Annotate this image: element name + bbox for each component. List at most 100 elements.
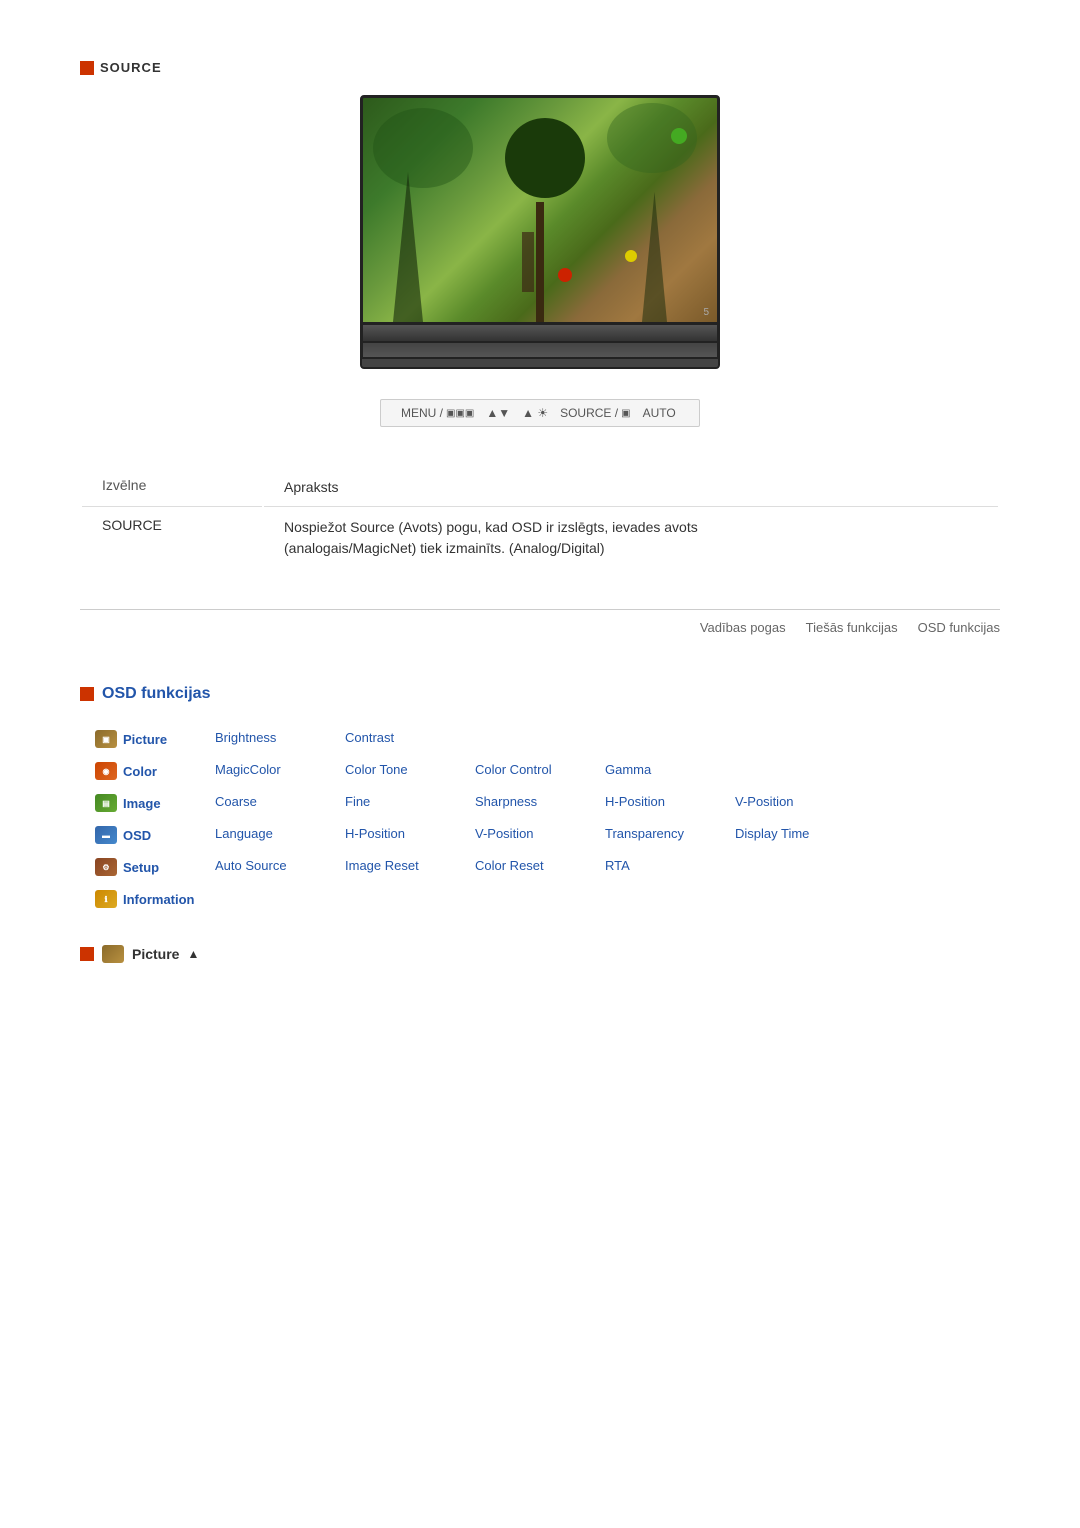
ctrl-menu: MENU / ▣▣▣ xyxy=(401,406,474,420)
menu-category-picture[interactable]: ▣ Picture xyxy=(90,723,210,755)
info-table: Izvēlne Apraksts SOURCE Nospiežot Source… xyxy=(80,467,1000,569)
imagereset-link[interactable]: Image Reset xyxy=(345,858,419,873)
menu-cell-vposition-img[interactable]: V-Position xyxy=(730,787,860,819)
menu-cell-gamma[interactable]: Gamma xyxy=(600,755,730,787)
info-label: Information xyxy=(123,892,195,907)
picture-label: Picture xyxy=(123,732,167,747)
menu-cell-info-empty-1 xyxy=(210,883,340,915)
fine-link[interactable]: Fine xyxy=(345,794,370,809)
color-icon: ◉ xyxy=(95,762,117,780)
setup-label: Setup xyxy=(123,860,159,875)
osd-section: OSD funkcijas ▣ Picture Brightness Contr… xyxy=(80,685,1000,963)
brightness-link[interactable]: Brightness xyxy=(215,730,276,745)
picture-icon: ▣ xyxy=(95,730,117,748)
contrast-link[interactable]: Contrast xyxy=(345,730,394,745)
menu-category-image[interactable]: ▤ Image xyxy=(90,787,210,819)
vposition-img-link[interactable]: V-Position xyxy=(735,794,794,809)
col-menu-header: Izvēlne xyxy=(82,469,262,507)
screen-tree-right xyxy=(642,192,667,322)
source-icon xyxy=(80,61,94,75)
menu-cell-colortone[interactable]: Color Tone xyxy=(340,755,470,787)
colorreset-link[interactable]: Color Reset xyxy=(475,858,544,873)
screen-ball-green xyxy=(671,128,687,144)
table-row: SOURCE Nospiežot Source (Avots) pogu, ka… xyxy=(82,509,998,567)
menu-cell-empty-3 xyxy=(730,723,860,755)
hposition-osd-link[interactable]: H-Position xyxy=(345,826,405,841)
nav-links: Vadības pogas Tiešās funkcijas OSD funkc… xyxy=(80,620,1000,635)
menu-cell-colorreset[interactable]: Color Reset xyxy=(470,851,600,883)
nav-link-tieshas[interactable]: Tiešās funkcijas xyxy=(806,620,898,635)
menu-cell-empty-2 xyxy=(600,723,730,755)
menu-cell-displaytime[interactable]: Display Time xyxy=(730,819,860,851)
monitor-stand xyxy=(360,343,720,357)
vposition-osd-link[interactable]: V-Position xyxy=(475,826,534,841)
osd-title: OSD funkcijas xyxy=(102,685,210,703)
screen-foliage xyxy=(373,108,473,188)
menu-cell-empty-5 xyxy=(730,851,860,883)
menu-cell-empty-1 xyxy=(470,723,600,755)
colortone-link[interactable]: Color Tone xyxy=(345,762,408,777)
monitor-container: 5 xyxy=(80,95,1000,369)
language-link[interactable]: Language xyxy=(215,826,273,841)
gamma-link[interactable]: Gamma xyxy=(605,762,651,777)
controls-bar-container: MENU / ▣▣▣ ▲▼ ▲ ☀ SOURCE / ▣ AUTO xyxy=(80,399,1000,427)
menu-cell-rta[interactable]: RTA xyxy=(600,851,730,883)
menu-category-color[interactable]: ◉ Color xyxy=(90,755,210,787)
magiccolor-link[interactable]: MagicColor xyxy=(215,762,281,777)
menu-cell-info-empty-2 xyxy=(340,883,470,915)
menu-cell-autosource[interactable]: Auto Source xyxy=(210,851,340,883)
sharpness-link[interactable]: Sharpness xyxy=(475,794,537,809)
menu-cell-empty-4 xyxy=(730,755,860,787)
menu-cell-imagereset[interactable]: Image Reset xyxy=(340,851,470,883)
menu-cell-vposition-osd[interactable]: V-Position xyxy=(470,819,600,851)
ctrl-arrows: ▲▼ xyxy=(486,406,510,420)
nav-link-osd[interactable]: OSD funkcijas xyxy=(918,620,1000,635)
colorcontrol-link[interactable]: Color Control xyxy=(475,762,552,777)
screen-pagoda xyxy=(522,232,534,292)
table-cell-desc: Nospiežot Source (Avots) pogu, kad OSD i… xyxy=(264,509,998,567)
menu-category-setup[interactable]: ⚙ Setup xyxy=(90,851,210,883)
coarse-link[interactable]: Coarse xyxy=(215,794,257,809)
menu-grid: ▣ Picture Brightness Contrast ◉ Color Ma… xyxy=(80,723,1000,915)
menu-cell-colorcontrol[interactable]: Color Control xyxy=(470,755,600,787)
menu-category-osd[interactable]: ▬ OSD xyxy=(90,819,210,851)
menu-cell-contrast[interactable]: Contrast xyxy=(340,723,470,755)
menu-cell-transparency[interactable]: Transparency xyxy=(600,819,730,851)
pic-nav-source-icon xyxy=(80,947,94,961)
monitor-wrapper: 5 xyxy=(360,95,720,369)
nav-divider-container: Vadības pogas Tiešās funkcijas OSD funkc… xyxy=(80,609,1000,635)
monitor-num: 5 xyxy=(703,307,709,318)
monitor-base-bar xyxy=(360,325,720,343)
menu-cell-fine[interactable]: Fine xyxy=(340,787,470,819)
hposition-img-link[interactable]: H-Position xyxy=(605,794,665,809)
menu-cell-coarse[interactable]: Coarse xyxy=(210,787,340,819)
menu-cell-info-empty-5 xyxy=(730,883,860,915)
rta-link[interactable]: RTA xyxy=(605,858,630,873)
picture-nav: Picture ▲ xyxy=(80,945,1000,963)
transparency-link[interactable]: Transparency xyxy=(605,826,684,841)
osd-icon xyxy=(80,687,94,701)
source-header: SOURCE xyxy=(80,60,1000,75)
pic-nav-img-icon xyxy=(102,945,124,963)
displaytime-link[interactable]: Display Time xyxy=(735,826,809,841)
menu-cell-language[interactable]: Language xyxy=(210,819,340,851)
monitor-foot xyxy=(360,357,720,369)
osd-cat-label: OSD xyxy=(123,828,151,843)
monitor-screen: 5 xyxy=(360,95,720,325)
screen-ball-red xyxy=(558,268,572,282)
controls-bar: MENU / ▣▣▣ ▲▼ ▲ ☀ SOURCE / ▣ AUTO xyxy=(380,399,700,427)
autosource-link[interactable]: Auto Source xyxy=(215,858,287,873)
table-header-row: Izvēlne Apraksts xyxy=(82,469,998,507)
source-title: SOURCE xyxy=(100,60,162,75)
col-desc-header: Apraksts xyxy=(264,469,998,507)
menu-cell-sharpness[interactable]: Sharpness xyxy=(470,787,600,819)
nav-link-vadibas[interactable]: Vadības pogas xyxy=(700,620,786,635)
menu-cell-hposition-osd[interactable]: H-Position xyxy=(340,819,470,851)
menu-cell-magiccolor[interactable]: MagicColor xyxy=(210,755,340,787)
menu-category-info[interactable]: ℹ Information xyxy=(90,883,210,915)
setup-icon: ⚙ xyxy=(95,858,117,876)
image-icon: ▤ xyxy=(95,794,117,812)
color-label: Color xyxy=(123,764,157,779)
menu-cell-brightness[interactable]: Brightness xyxy=(210,723,340,755)
menu-cell-hposition-img[interactable]: H-Position xyxy=(600,787,730,819)
